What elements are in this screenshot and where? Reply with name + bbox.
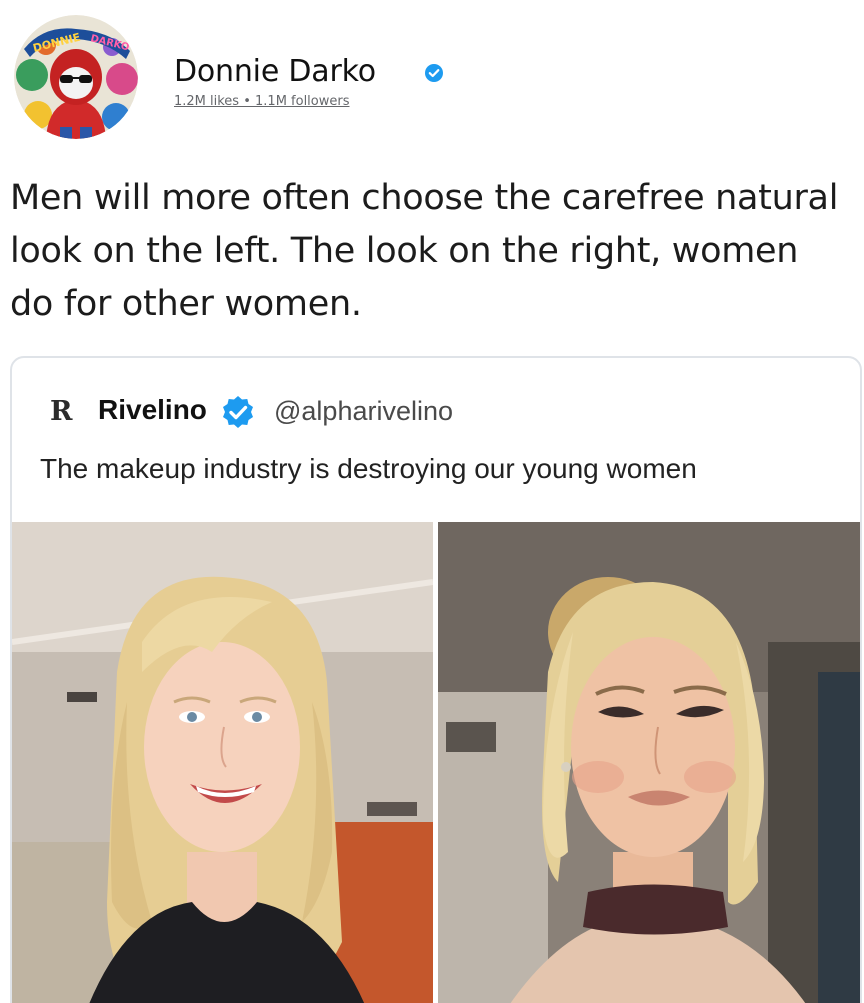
photo-makeup-look[interactable] <box>438 522 860 1003</box>
author-avatar[interactable]: DONNIE DARKO <box>14 15 138 139</box>
cartoon-avatar-icon: DONNIE DARKO <box>14 15 138 139</box>
author-stats-link[interactable]: 1.2M likes • 1.1M followers <box>174 94 350 109</box>
rivelino-logo-icon: R <box>50 396 73 427</box>
quoted-tweet-card[interactable]: R Rivelino @alpharivelino The makeup ind… <box>10 356 862 1003</box>
post-text: Men will more often choose the carefree … <box>10 178 839 324</box>
author-name[interactable]: Donnie Darko <box>174 54 376 89</box>
verified-badge-icon <box>425 64 443 82</box>
tweet-author-name[interactable]: Rivelino <box>98 394 207 426</box>
post-container: DONNIE DARKO Donnie Darko 1.2M likes • 1… <box>0 0 864 1003</box>
tweet-author-handle[interactable]: @alpharivelino <box>274 396 453 427</box>
photo-natural-look[interactable] <box>12 522 433 1003</box>
tweet-verified-badge-icon <box>223 396 253 428</box>
tweet-text: The makeup industry is destroying our yo… <box>40 453 697 484</box>
